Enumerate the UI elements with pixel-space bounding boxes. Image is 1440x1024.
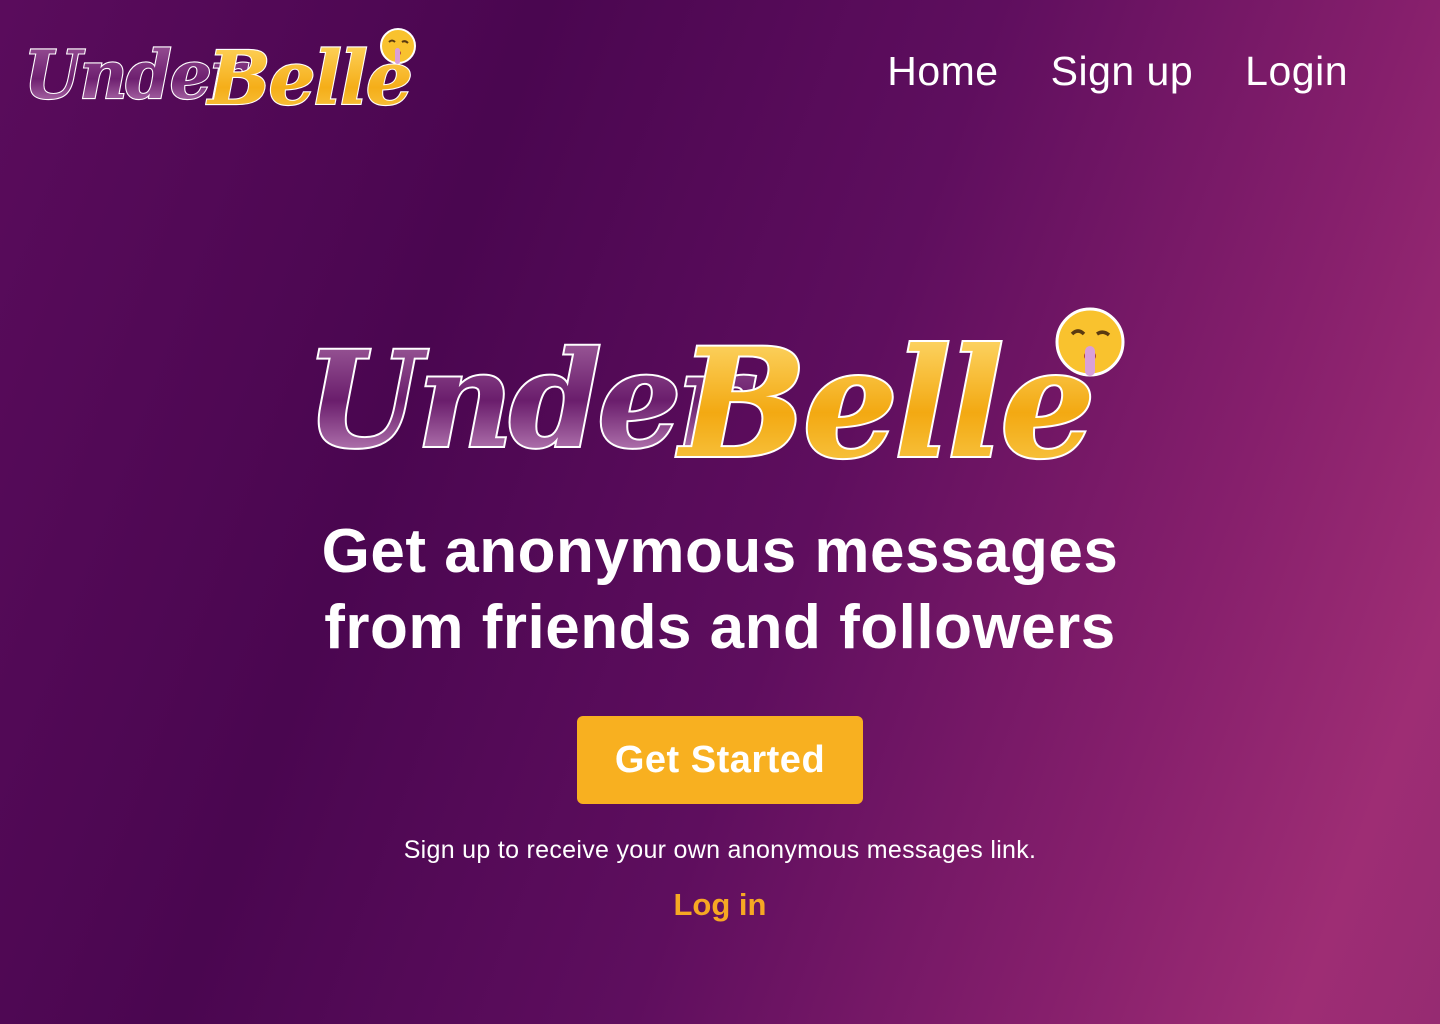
nav-login-link[interactable]: Login — [1245, 44, 1348, 98]
get-started-button[interactable]: Get Started — [577, 716, 863, 804]
nav-signup-link[interactable]: Sign up — [1051, 44, 1194, 98]
signup-hint-text: Sign up to receive your own anonymous me… — [403, 836, 1037, 864]
hero-headline-line2: from friends and followers — [324, 593, 1116, 662]
nav-home-link[interactable]: Home — [887, 44, 998, 98]
hero-logo-word-belle: Belle — [676, 316, 1092, 490]
hero-headline-line1: Get anonymous messages — [321, 517, 1119, 586]
hero-section: Under Belle Get anonymous messages from … — [0, 300, 1440, 923]
underbelle-logo[interactable]: Under Belle — [20, 26, 420, 118]
shush-emoji-icon — [380, 28, 416, 64]
hero-login-link[interactable]: Log in — [674, 887, 767, 923]
hero-headline: Get anonymous messages from friends and … — [270, 514, 1170, 666]
landing-page: Under Belle Home Sign up Login Under Bel… — [0, 0, 1440, 1024]
shush-emoji-icon — [1055, 307, 1125, 377]
underbelle-hero-logo: Under Belle — [304, 307, 1125, 490]
main-nav: Home Sign up Login — [887, 44, 1348, 98]
top-navbar: Under Belle Home Sign up Login — [0, 0, 1440, 140]
